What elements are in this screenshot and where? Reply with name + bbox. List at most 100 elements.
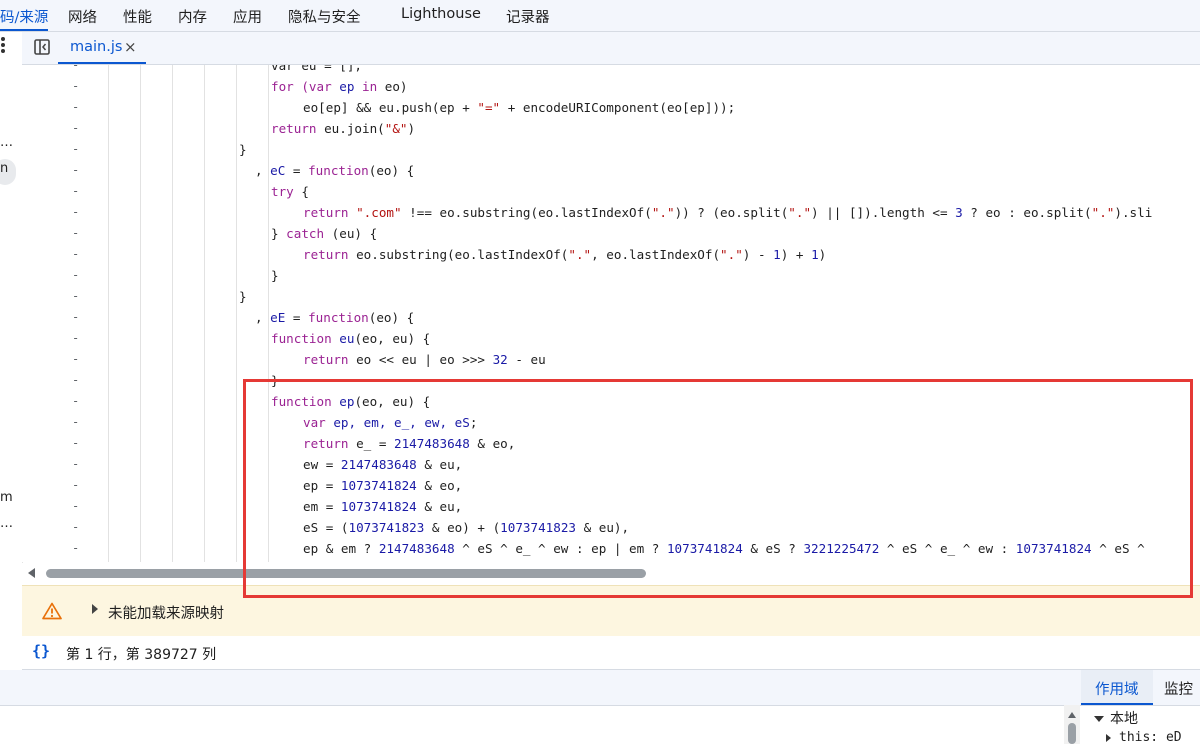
code-token: eo.substring(eo.lastIndexOf(: [348, 247, 569, 262]
scope-local-section[interactable]: 本地: [1094, 708, 1138, 728]
gutter-mark[interactable]: -: [72, 79, 82, 93]
indent-guide: [108, 65, 109, 562]
navigator-item-text: …: [0, 516, 13, 531]
gutter-mark[interactable]: -: [72, 289, 82, 303]
gutter-mark[interactable]: -: [72, 394, 82, 408]
code-token: eo): [384, 79, 408, 94]
code-token: in: [354, 79, 385, 94]
code-token: ,: [255, 163, 271, 178]
navigator-item-text: n: [0, 161, 9, 176]
code-token: eE: [270, 310, 286, 325]
code-line: try {: [271, 181, 309, 202]
close-tab-icon[interactable]: ×: [124, 38, 137, 56]
code-line: , eC = function(eo) {: [255, 160, 414, 181]
indent-guide: [172, 65, 173, 562]
active-file-indicator: [58, 62, 146, 64]
gutter-mark[interactable]: -: [72, 100, 82, 114]
gutter-mark[interactable]: -: [72, 65, 82, 72]
code-token: =: [285, 310, 309, 325]
gutter-mark[interactable]: -: [72, 520, 82, 534]
gutter-mark[interactable]: -: [72, 121, 82, 135]
tab-memory[interactable]: 内存: [178, 6, 207, 27]
gutter-mark[interactable]: -: [72, 415, 82, 429]
scrollbar-thumb[interactable]: [1068, 723, 1076, 744]
tab-scope-label: 作用域: [1095, 682, 1139, 698]
code-token: ew =: [303, 457, 341, 472]
code-line: ep = 1073741824 & eo,: [303, 475, 462, 496]
tab-recorder[interactable]: 记录器: [506, 6, 550, 27]
gutter-mark[interactable]: -: [72, 541, 82, 555]
code-token: ;: [469, 415, 478, 430]
warning-icon: [42, 602, 62, 620]
tab-network[interactable]: 网络: [68, 6, 97, 27]
indent-guide: [204, 65, 205, 562]
code-token: ) +: [780, 247, 812, 262]
gutter-mark[interactable]: -: [72, 352, 82, 366]
gutter-mark[interactable]: -: [72, 226, 82, 240]
gutter-mark[interactable]: -: [72, 331, 82, 345]
code-token: e_ =: [348, 436, 394, 451]
code-token: 1073741824: [1015, 541, 1092, 556]
gutter-mark[interactable]: -: [72, 499, 82, 513]
gutter-mark[interactable]: -: [72, 268, 82, 282]
scroll-left-icon[interactable]: [28, 568, 35, 578]
code-token: eu: [339, 331, 355, 346]
active-tab-indicator: [1081, 703, 1153, 705]
tab-performance[interactable]: 性能: [123, 6, 152, 27]
code-token: & eo,: [416, 478, 463, 493]
code-token: (eu) {: [324, 226, 378, 241]
gutter-mark[interactable]: -: [72, 373, 82, 387]
code-token: & eu,: [416, 499, 463, 514]
toggle-navigator-icon[interactable]: [34, 39, 50, 55]
code-token: try: [271, 184, 294, 199]
code-token: (eo) {: [368, 310, 415, 325]
code-token: ep =: [303, 478, 341, 493]
expand-caret-icon[interactable]: [92, 604, 98, 614]
pretty-print-icon[interactable]: {}: [32, 642, 50, 660]
code-token: eo << eu | eo >>>: [348, 352, 493, 367]
code-line: return eu.join("&"): [271, 118, 415, 139]
code-token: ep: [339, 79, 355, 94]
code-token: for: [271, 79, 294, 94]
gutter-mark[interactable]: -: [72, 184, 82, 198]
code-line: }: [271, 370, 279, 391]
scrollbar-thumb[interactable]: [46, 569, 646, 578]
code-line: ep & em ? 2147483648 ^ eS ^ e_ ^ ew : ep…: [303, 538, 1145, 559]
code-token: ? eo : eo.split(: [962, 205, 1092, 220]
code-line: return eo << eu | eo >>> 32 - eu: [303, 349, 546, 370]
code-token: 3: [955, 205, 963, 220]
bottom-toolbar: [0, 670, 1200, 706]
gutter-mark[interactable]: -: [72, 247, 82, 261]
gutter-mark[interactable]: -: [72, 457, 82, 471]
scope-this-entry[interactable]: this: eD: [1106, 730, 1182, 745]
editor-tab-main-js[interactable]: main.js ×: [58, 32, 146, 64]
horizontal-scrollbar[interactable]: [22, 563, 1200, 585]
code-token: catch: [286, 226, 325, 241]
tab-watch[interactable]: 监控: [1164, 678, 1193, 699]
tab-sources[interactable]: 码/来源: [0, 6, 48, 27]
gutter-mark[interactable]: -: [72, 205, 82, 219]
code-editor[interactable]: ------------------------- var eu = [];fo…: [22, 65, 1200, 562]
gutter-mark[interactable]: -: [72, 436, 82, 450]
tab-application[interactable]: 应用: [233, 6, 262, 27]
scroll-up-icon[interactable]: [1068, 712, 1076, 718]
tab-lighthouse[interactable]: Lighthouse: [401, 6, 481, 22]
code-line: eo[ep] && eu.push(ep + "=" + encodeURICo…: [303, 97, 735, 118]
code-token: & eS ?: [742, 541, 804, 556]
gutter-mark[interactable]: -: [72, 142, 82, 156]
code-line: function eu(eo, eu) {: [271, 328, 430, 349]
code-token: eo[ep] && eu.push(ep +: [303, 100, 478, 115]
warning-message[interactable]: 未能加载来源映射: [108, 602, 224, 623]
gutter-mark[interactable]: -: [72, 478, 82, 492]
sidebar-scrollbar[interactable]: [1064, 705, 1080, 744]
gutter-mark[interactable]: -: [72, 163, 82, 177]
more-menu-icon[interactable]: [0, 36, 8, 58]
tab-scope[interactable]: 作用域: [1081, 670, 1153, 705]
code-token: (eo, eu) {: [354, 331, 431, 346]
tab-privacy-security[interactable]: 隐私与安全: [288, 6, 361, 27]
code-token: & eu,: [416, 457, 463, 472]
code-line: var eu = [];: [271, 65, 362, 76]
code-token: , eo.lastIndexOf(: [591, 247, 721, 262]
gutter-mark[interactable]: -: [72, 310, 82, 324]
